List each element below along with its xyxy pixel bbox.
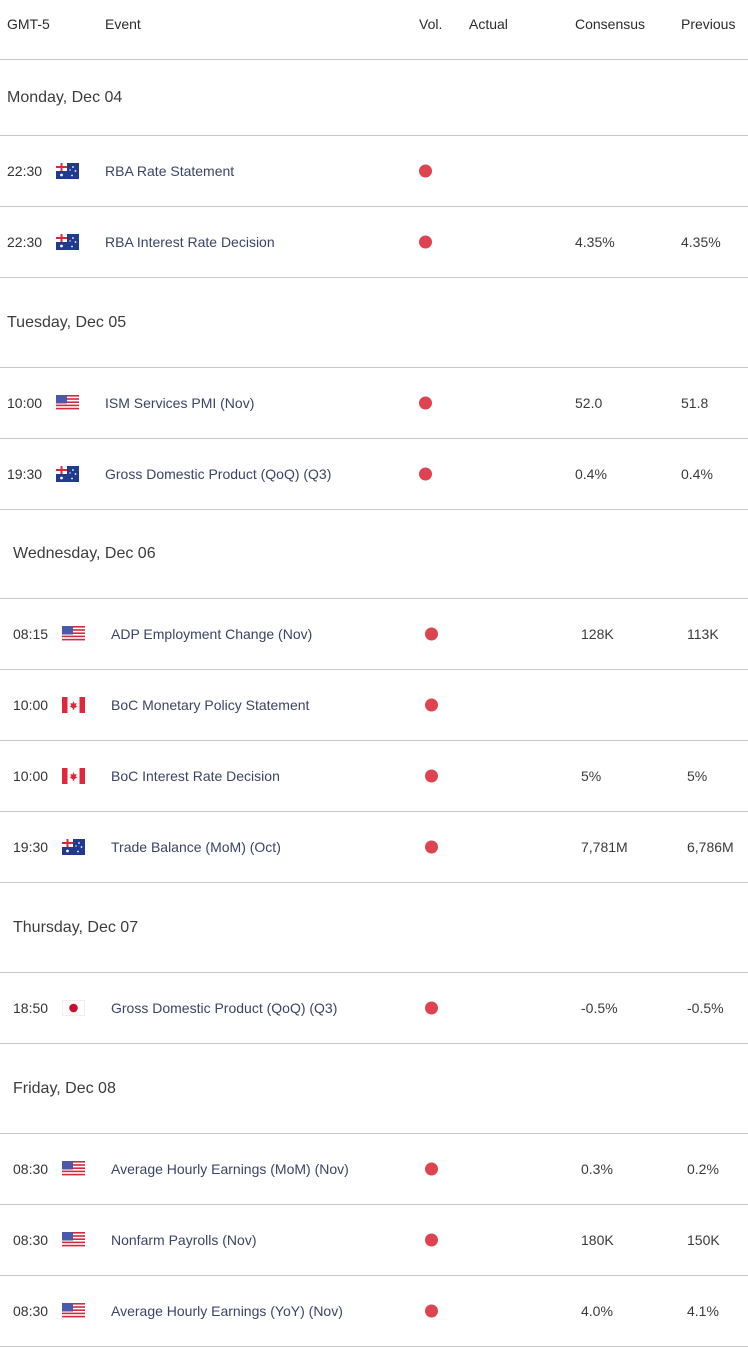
event-time: 08:30 xyxy=(13,1303,49,1319)
event-row[interactable]: 19:30 Trade Balance (MoM) (Oct) 7,781M 6,78… xyxy=(0,812,748,883)
usa-flag-icon xyxy=(62,626,85,642)
consensus-value: 0.3% xyxy=(581,1161,613,1177)
previous-value: 51.8 xyxy=(681,395,709,411)
volatility-header: Vol. xyxy=(419,16,443,32)
previous-value: 0.4% xyxy=(681,466,713,482)
volatility-high-icon xyxy=(425,627,438,641)
australia-flag-icon xyxy=(56,163,79,179)
day-label: Tuesday, Dec 05 xyxy=(7,313,127,331)
actual-header: Actual xyxy=(469,16,508,32)
day-header: Thursday, Dec 07 xyxy=(0,883,748,973)
timezone-header: GMT-5 xyxy=(7,16,50,32)
usa-flag-icon xyxy=(56,395,79,411)
event-time: 18:50 xyxy=(13,1000,49,1016)
volatility-high-icon xyxy=(425,1162,438,1176)
day-label: Monday, Dec 04 xyxy=(7,88,123,106)
previous-value: 150K xyxy=(687,1232,720,1248)
day-header: Friday, Dec 08 xyxy=(0,1044,748,1134)
event-row[interactable]: 08:15 ADP Employment Change (Nov) 128K 113K xyxy=(0,599,748,670)
event-time: 19:30 xyxy=(13,839,49,855)
event-time: 10:00 xyxy=(13,768,49,784)
consensus-value: 180K xyxy=(581,1232,614,1248)
previous-value: 6,786M xyxy=(687,839,734,855)
volatility-high-icon xyxy=(425,769,438,783)
day-header: Monday, Dec 04 xyxy=(0,60,748,136)
consensus-value: 0.4% xyxy=(575,466,607,482)
volatility-high-icon xyxy=(425,840,438,854)
event-row[interactable]: 22:30 RBA Interest Rate Decision 4.35% 4.35… xyxy=(0,207,748,278)
event-name[interactable]: Average Hourly Earnings (MoM) (Nov) xyxy=(111,1161,349,1177)
event-name[interactable]: BoC Monetary Policy Statement xyxy=(111,697,309,713)
event-time: 10:00 xyxy=(13,697,49,713)
previous-value: 0.2% xyxy=(687,1161,719,1177)
event-time: 08:30 xyxy=(13,1232,49,1248)
australia-flag-icon xyxy=(56,466,79,482)
volatility-high-icon xyxy=(419,164,432,178)
previous-header: Previous xyxy=(681,16,736,32)
event-name[interactable]: Trade Balance (MoM) (Oct) xyxy=(111,839,281,855)
event-row[interactable]: 08:30 Average Hourly Earnings (YoY) (Nov)… xyxy=(0,1276,748,1347)
table-header: GMT-5 Event Vol. Actual Consensus Previo… xyxy=(0,0,748,60)
event-row[interactable]: 08:30 Nonfarm Payrolls (Nov) 180K 150K xyxy=(0,1205,748,1276)
event-header: Event xyxy=(105,16,141,32)
usa-flag-icon xyxy=(62,1232,85,1248)
day-header: Tuesday, Dec 05 xyxy=(0,278,748,368)
event-name[interactable]: Gross Domestic Product (QoQ) (Q3) xyxy=(111,1000,337,1016)
usa-flag-icon xyxy=(62,1161,85,1177)
event-name[interactable]: ISM Services PMI (Nov) xyxy=(105,395,254,411)
event-row[interactable]: 10:00 BoC Monetary Policy Statement xyxy=(0,670,748,741)
japan-flag-icon xyxy=(62,1000,85,1016)
event-row[interactable]: 10:00 ISM Services PMI (Nov) 52.0 51.8 xyxy=(0,368,748,439)
previous-value: -0.5% xyxy=(687,1000,724,1016)
volatility-high-icon xyxy=(425,1233,438,1247)
event-time: 22:30 xyxy=(7,163,43,179)
event-time: 19:30 xyxy=(7,466,43,482)
event-name[interactable]: Average Hourly Earnings (YoY) (Nov) xyxy=(111,1303,343,1319)
volatility-high-icon xyxy=(419,396,432,410)
event-row[interactable]: 08:30 Average Hourly Earnings (MoM) (Nov)… xyxy=(0,1134,748,1205)
consensus-header: Consensus xyxy=(575,16,646,32)
previous-value: 4.35% xyxy=(681,234,721,250)
volatility-high-icon xyxy=(419,467,432,481)
consensus-value: 5% xyxy=(581,768,602,784)
event-name[interactable]: Gross Domestic Product (QoQ) (Q3) xyxy=(105,466,331,482)
event-row[interactable]: 18:50 Gross Domestic Product (QoQ) (Q3) -0… xyxy=(0,973,748,1044)
canada-flag-icon xyxy=(62,697,85,713)
event-row[interactable]: 22:30 RBA Rate Statement xyxy=(0,136,748,207)
volatility-high-icon xyxy=(419,235,432,249)
day-label: Thursday, Dec 07 xyxy=(13,918,139,936)
event-row[interactable]: 10:00 BoC Interest Rate Decision 5% 5% xyxy=(0,741,748,812)
consensus-value: 128K xyxy=(581,626,614,642)
event-name[interactable]: RBA Interest Rate Decision xyxy=(105,234,275,250)
consensus-value: 4.35% xyxy=(575,234,615,250)
usa-flag-icon xyxy=(62,1303,85,1319)
australia-flag-icon xyxy=(56,234,79,250)
previous-value: 4.1% xyxy=(687,1303,719,1319)
event-time: 10:00 xyxy=(7,395,43,411)
day-label: Friday, Dec 08 xyxy=(13,1079,116,1097)
consensus-value: -0.5% xyxy=(581,1000,618,1016)
event-name[interactable]: Nonfarm Payrolls (Nov) xyxy=(111,1232,256,1248)
event-time: 08:15 xyxy=(13,626,49,642)
event-row[interactable]: 19:30 Gross Domestic Product (QoQ) (Q3) 0.… xyxy=(0,439,748,510)
volatility-high-icon xyxy=(425,698,438,712)
day-label: Wednesday, Dec 06 xyxy=(13,545,156,562)
day-header: Wednesday, Dec 06 xyxy=(0,510,748,599)
volatility-high-icon xyxy=(425,1001,438,1015)
event-name[interactable]: BoC Interest Rate Decision xyxy=(111,768,280,784)
event-time: 22:30 xyxy=(7,234,43,250)
previous-value: 5% xyxy=(687,768,708,784)
consensus-value: 7,781M xyxy=(581,839,628,855)
canada-flag-icon xyxy=(62,768,85,784)
australia-flag-icon xyxy=(62,839,85,855)
event-name[interactable]: RBA Rate Statement xyxy=(105,163,234,179)
event-name[interactable]: ADP Employment Change (Nov) xyxy=(111,626,312,642)
consensus-value: 4.0% xyxy=(581,1303,613,1319)
volatility-high-icon xyxy=(425,1304,438,1318)
previous-value: 113K xyxy=(687,626,719,642)
consensus-value: 52.0 xyxy=(575,395,603,411)
event-time: 08:30 xyxy=(13,1161,49,1177)
